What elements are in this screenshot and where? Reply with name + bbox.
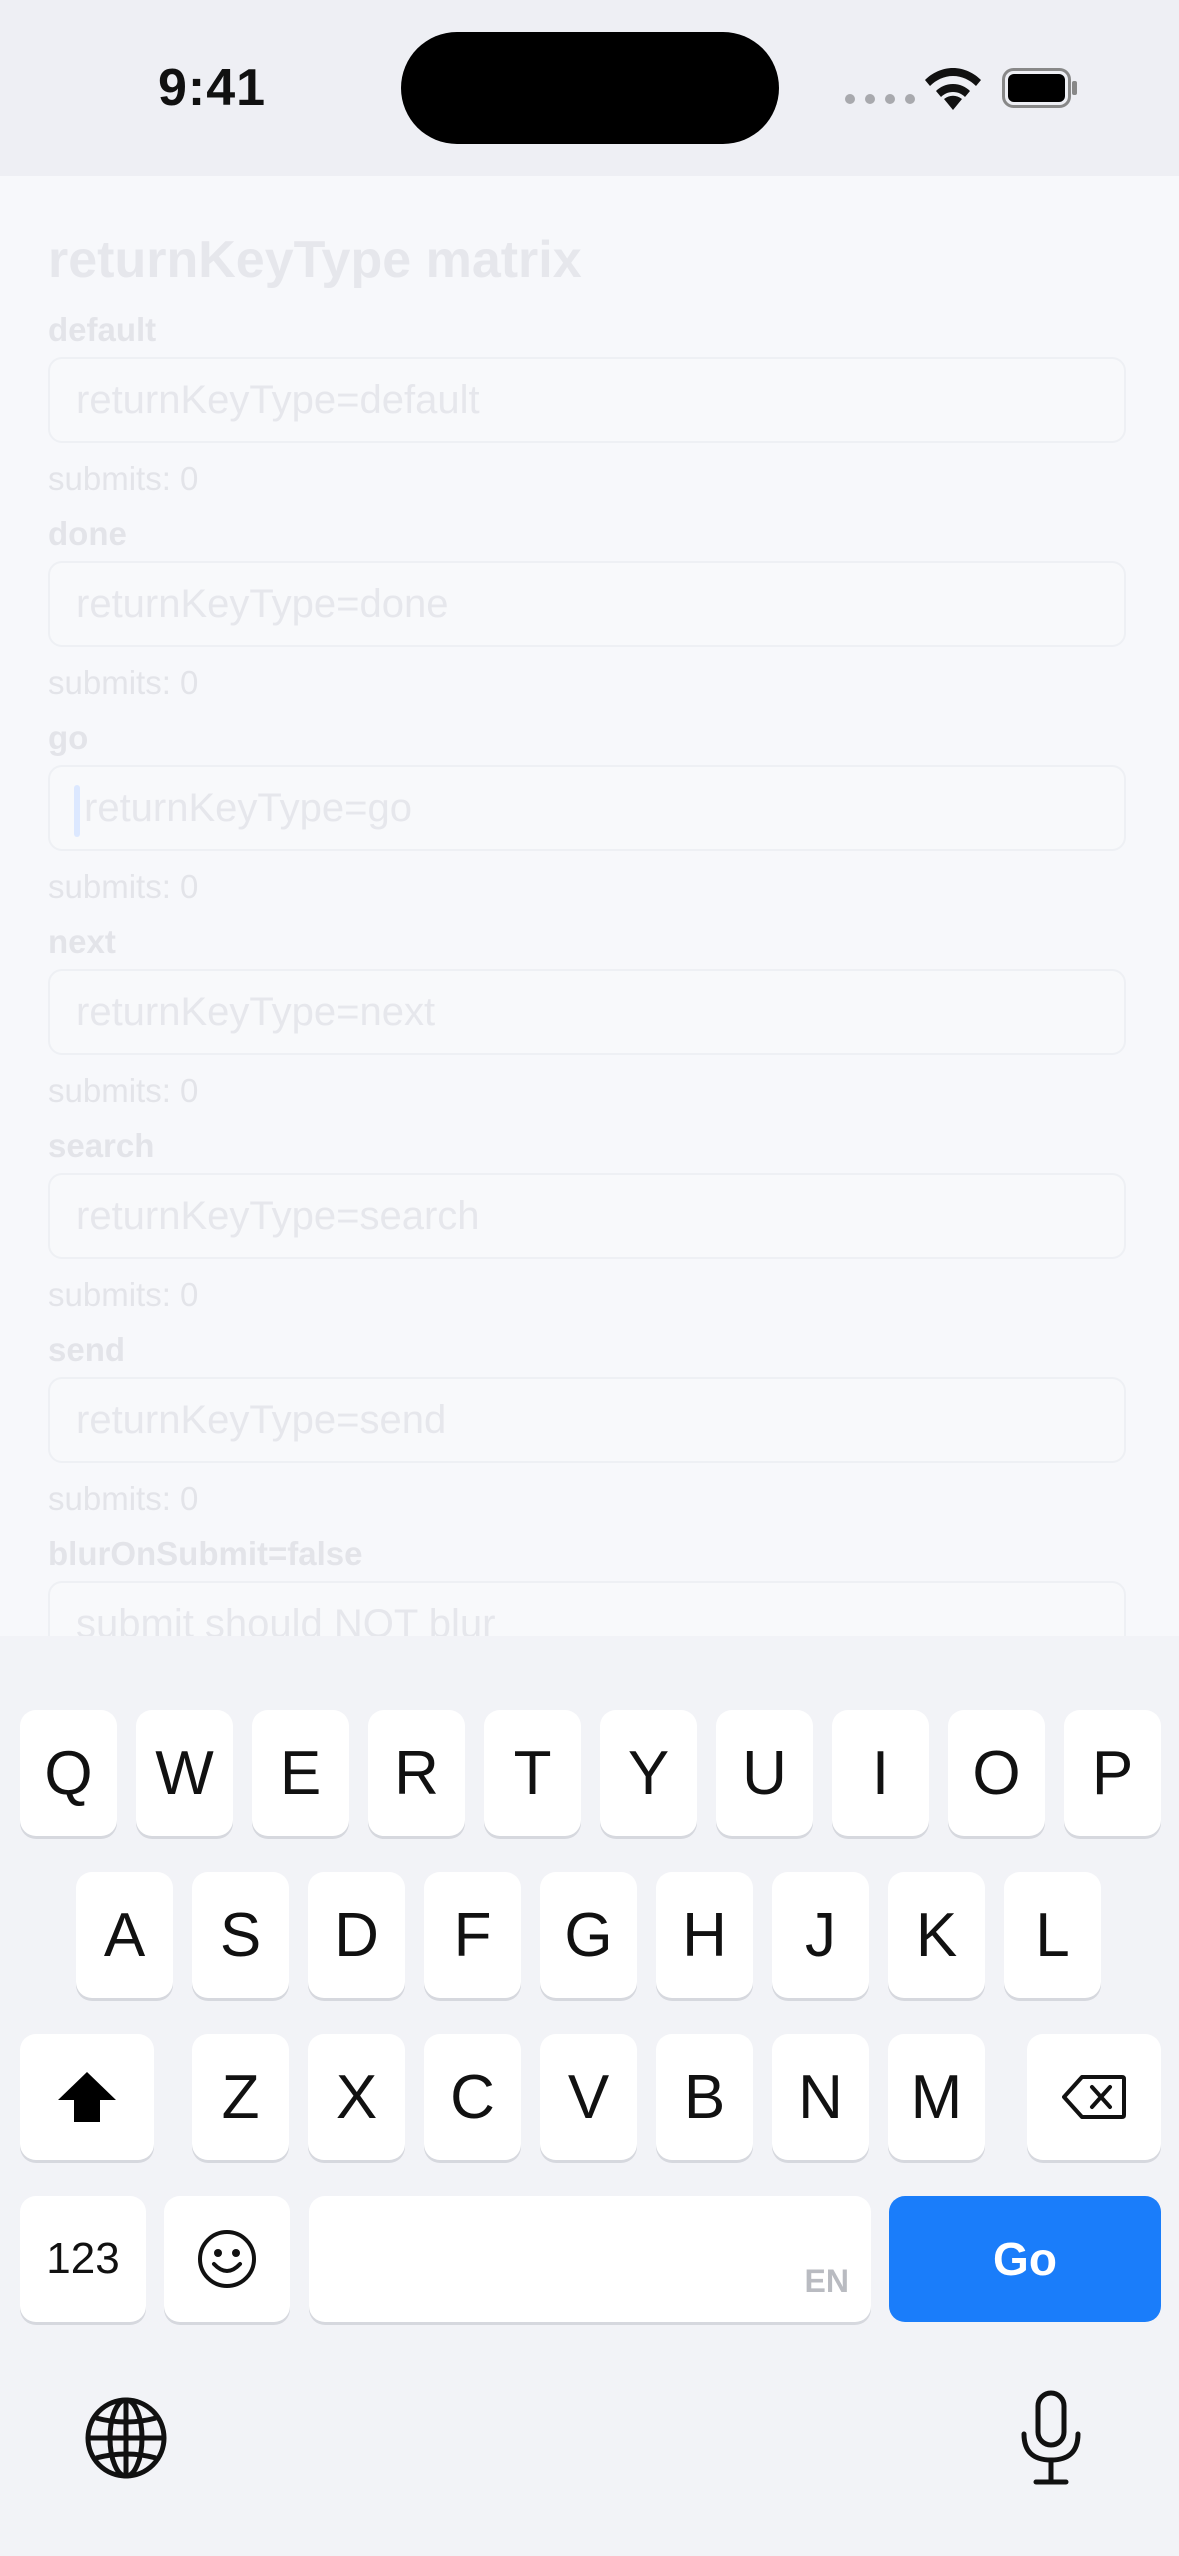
section-label-next: next <box>48 923 116 960</box>
submits-count-next: submits: 0 <box>48 1072 199 1109</box>
delete-icon <box>1062 2075 1126 2119</box>
text-input-search[interactable] <box>50 1175 1124 1257</box>
keyboard: Q W E R T Y U I O P A S D F G H J K L Z … <box>0 1636 1179 2556</box>
text-input-go[interactable] <box>50 767 1124 849</box>
key-s[interactable]: S <box>192 1872 289 1998</box>
text-input-default[interactable] <box>50 359 1124 441</box>
submits-count-default: submits: 0 <box>48 460 199 497</box>
shift-key[interactable] <box>20 2034 154 2160</box>
field-go[interactable] <box>48 765 1126 851</box>
key-o[interactable]: O <box>948 1710 1045 1836</box>
key-x[interactable]: X <box>308 2034 405 2160</box>
cellular-signal-icon <box>845 94 915 104</box>
page-title: returnKeyType matrix <box>48 231 582 289</box>
text-input-blur-on-submit[interactable] <box>50 1583 1124 1636</box>
dynamic-island <box>401 32 779 144</box>
section-label-default: default <box>48 311 157 348</box>
section-label-search: search <box>48 1127 155 1164</box>
space-bar[interactable]: EN <box>309 2196 871 2322</box>
key-f[interactable]: F <box>424 1872 521 1998</box>
microphone-icon[interactable] <box>1018 2390 1084 2486</box>
battery-icon <box>1002 68 1077 108</box>
text-input-next[interactable] <box>50 971 1124 1053</box>
field-done[interactable] <box>48 561 1126 647</box>
key-v[interactable]: V <box>540 2034 637 2160</box>
field-send[interactable] <box>48 1377 1126 1463</box>
text-caret <box>74 785 80 837</box>
key-p[interactable]: P <box>1064 1710 1161 1836</box>
app-content: returnKeyType matrix default submits: 0 … <box>0 176 1179 1636</box>
key-b[interactable]: B <box>656 2034 753 2160</box>
submits-count-send: submits: 0 <box>48 1480 199 1517</box>
key-j[interactable]: J <box>772 1872 869 1998</box>
delete-key[interactable] <box>1027 2034 1161 2160</box>
key-g[interactable]: G <box>540 1872 637 1998</box>
go-return-key[interactable]: Go <box>889 2196 1161 2322</box>
submits-count-go: submits: 0 <box>48 868 199 905</box>
field-default[interactable] <box>48 357 1126 443</box>
key-t[interactable]: T <box>484 1710 581 1836</box>
key-k[interactable]: K <box>888 1872 985 1998</box>
section-label-send: send <box>48 1331 126 1368</box>
key-l[interactable]: L <box>1004 1872 1101 1998</box>
submits-count-done: submits: 0 <box>48 664 199 701</box>
key-n[interactable]: N <box>772 2034 869 2160</box>
status-bar: 9:41 <box>0 0 1179 176</box>
key-i[interactable]: I <box>832 1710 929 1836</box>
section-label-go: go <box>48 719 89 756</box>
emoji-icon <box>198 2230 256 2288</box>
key-q[interactable]: Q <box>20 1710 117 1836</box>
key-r[interactable]: R <box>368 1710 465 1836</box>
wifi-icon <box>925 68 981 110</box>
key-e[interactable]: E <box>252 1710 349 1836</box>
key-a[interactable]: A <box>76 1872 173 1998</box>
key-m[interactable]: M <box>888 2034 985 2160</box>
key-u[interactable]: U <box>716 1710 813 1836</box>
key-d[interactable]: D <box>308 1872 405 1998</box>
key-y[interactable]: Y <box>600 1710 697 1836</box>
globe-icon[interactable] <box>84 2396 168 2480</box>
key-z[interactable]: Z <box>192 2034 289 2160</box>
key-c[interactable]: C <box>424 2034 521 2160</box>
submits-count-search: submits: 0 <box>48 1276 199 1313</box>
field-blur-on-submit[interactable] <box>48 1581 1126 1636</box>
text-input-send[interactable] <box>50 1379 1124 1461</box>
key-h[interactable]: H <box>656 1872 753 1998</box>
emoji-key[interactable] <box>164 2196 290 2322</box>
status-time: 9:41 <box>158 59 267 117</box>
field-next[interactable] <box>48 969 1126 1055</box>
key-w[interactable]: W <box>136 1710 233 1836</box>
numbers-key[interactable]: 123 <box>20 2196 146 2322</box>
shift-icon <box>58 2072 116 2122</box>
section-label-blur-on-submit: blurOnSubmit=false <box>48 1535 363 1572</box>
field-search[interactable] <box>48 1173 1126 1259</box>
section-label-done: done <box>48 515 127 552</box>
keyboard-language-label: EN <box>804 2263 849 2299</box>
text-input-done[interactable] <box>50 563 1124 645</box>
